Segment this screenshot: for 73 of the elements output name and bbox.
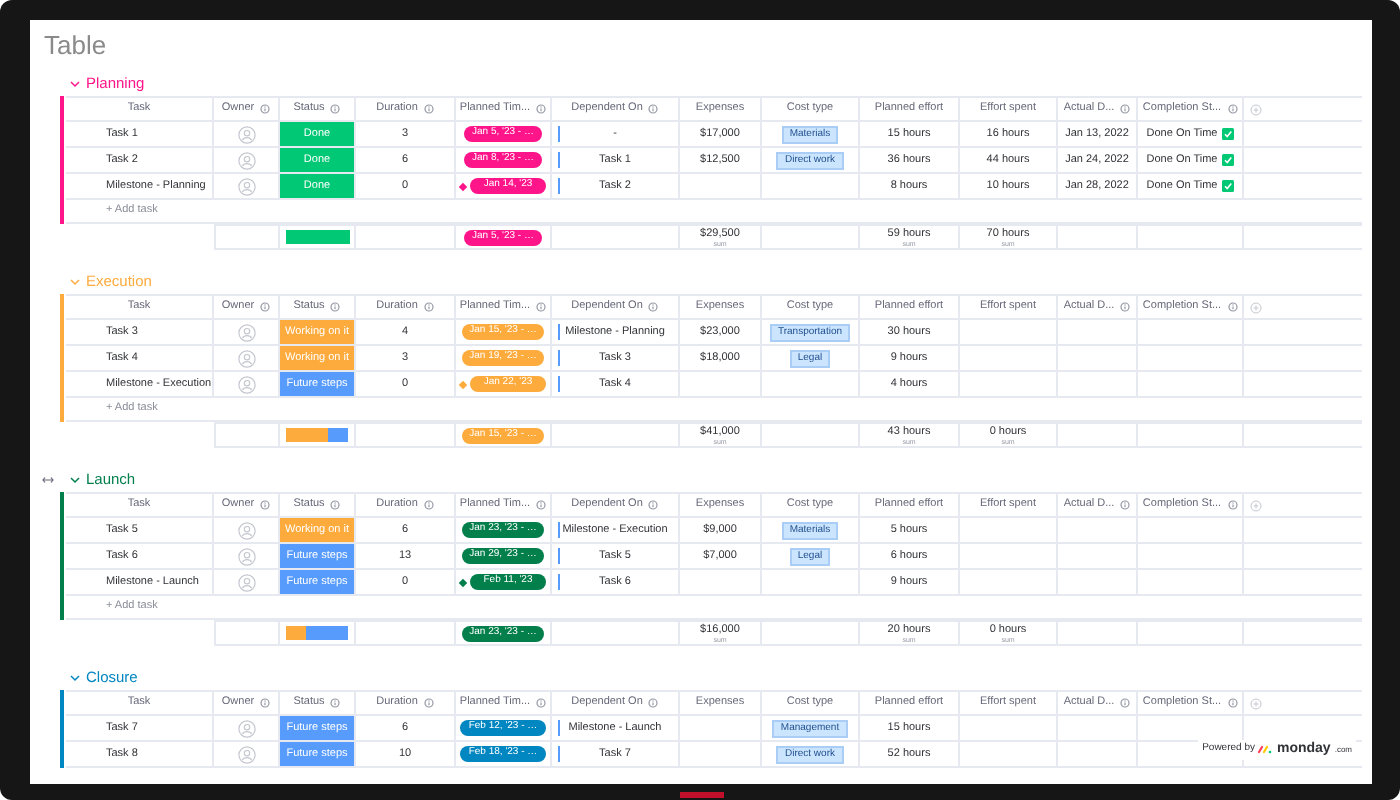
info-icon bbox=[260, 698, 271, 708]
info-icon bbox=[260, 302, 271, 312]
dependency-marker bbox=[558, 548, 560, 564]
dependency-marker bbox=[558, 522, 560, 538]
empty-cell bbox=[1138, 544, 1244, 570]
info-icon bbox=[648, 698, 659, 708]
avatar-icon bbox=[237, 125, 255, 143]
info-icon bbox=[1227, 500, 1238, 510]
info-icon bbox=[423, 302, 434, 312]
info-icon bbox=[648, 500, 659, 510]
info-icon bbox=[648, 302, 659, 312]
info-icon bbox=[648, 104, 659, 114]
dependency-marker bbox=[558, 376, 560, 392]
avatar-icon bbox=[237, 151, 255, 169]
avatar-icon bbox=[237, 745, 255, 763]
dependency-marker bbox=[558, 574, 560, 590]
dependency-marker bbox=[558, 126, 560, 142]
status-summary-bar bbox=[285, 428, 349, 442]
info-icon bbox=[1120, 500, 1131, 510]
avatar-icon bbox=[237, 719, 255, 737]
avatar-icon bbox=[237, 573, 255, 591]
dependency-marker bbox=[558, 178, 560, 194]
dependency-marker bbox=[558, 152, 560, 168]
empty-cell bbox=[1058, 372, 1138, 398]
dependency-marker bbox=[558, 720, 560, 736]
info-icon bbox=[536, 500, 547, 510]
page-title: Table bbox=[42, 28, 109, 64]
avatar-icon bbox=[237, 547, 255, 565]
info-icon bbox=[1227, 698, 1238, 708]
info-icon bbox=[1120, 302, 1131, 312]
info-icon bbox=[1120, 698, 1131, 708]
chevron-icon bbox=[70, 476, 80, 484]
empty-cell bbox=[1058, 742, 1138, 768]
chevron-icon bbox=[70, 80, 80, 88]
empty-cell bbox=[1138, 570, 1244, 596]
info-icon bbox=[423, 500, 434, 510]
status-summary-bar bbox=[285, 230, 349, 244]
info-icon bbox=[260, 500, 271, 510]
info-icon bbox=[536, 698, 547, 708]
logo-icon bbox=[1258, 744, 1273, 755]
info-icon bbox=[1227, 302, 1238, 312]
dependency-marker bbox=[558, 746, 560, 762]
dependency-marker bbox=[558, 324, 560, 340]
info-icon bbox=[423, 698, 434, 708]
empty-cell bbox=[1138, 372, 1244, 398]
empty-cell bbox=[1058, 570, 1138, 596]
avatar-icon bbox=[237, 323, 255, 341]
info-icon bbox=[330, 500, 341, 510]
info-icon bbox=[1227, 104, 1238, 114]
add-column-icon bbox=[1250, 697, 1262, 709]
add-column-icon bbox=[1250, 301, 1262, 313]
info-icon bbox=[260, 104, 271, 114]
info-icon bbox=[1120, 104, 1131, 114]
power-light bbox=[680, 792, 724, 798]
add-column-icon bbox=[1250, 499, 1262, 511]
add-column-icon bbox=[1250, 103, 1262, 115]
empty-cell bbox=[1058, 346, 1138, 372]
avatar-icon bbox=[237, 521, 255, 539]
avatar-icon bbox=[237, 349, 255, 367]
chevron-icon bbox=[70, 674, 80, 682]
info-icon bbox=[423, 104, 434, 114]
info-icon bbox=[330, 302, 341, 312]
info-icon bbox=[536, 302, 547, 312]
empty-cell bbox=[1138, 346, 1244, 372]
info-icon bbox=[330, 104, 341, 114]
avatar-icon bbox=[237, 375, 255, 393]
status-summary-bar bbox=[285, 626, 349, 640]
empty-cell bbox=[1058, 544, 1138, 570]
info-icon bbox=[536, 104, 547, 114]
info-icon bbox=[330, 698, 341, 708]
dependency-marker bbox=[558, 350, 560, 366]
chevron-icon bbox=[70, 278, 80, 286]
avatar-icon bbox=[237, 177, 255, 195]
